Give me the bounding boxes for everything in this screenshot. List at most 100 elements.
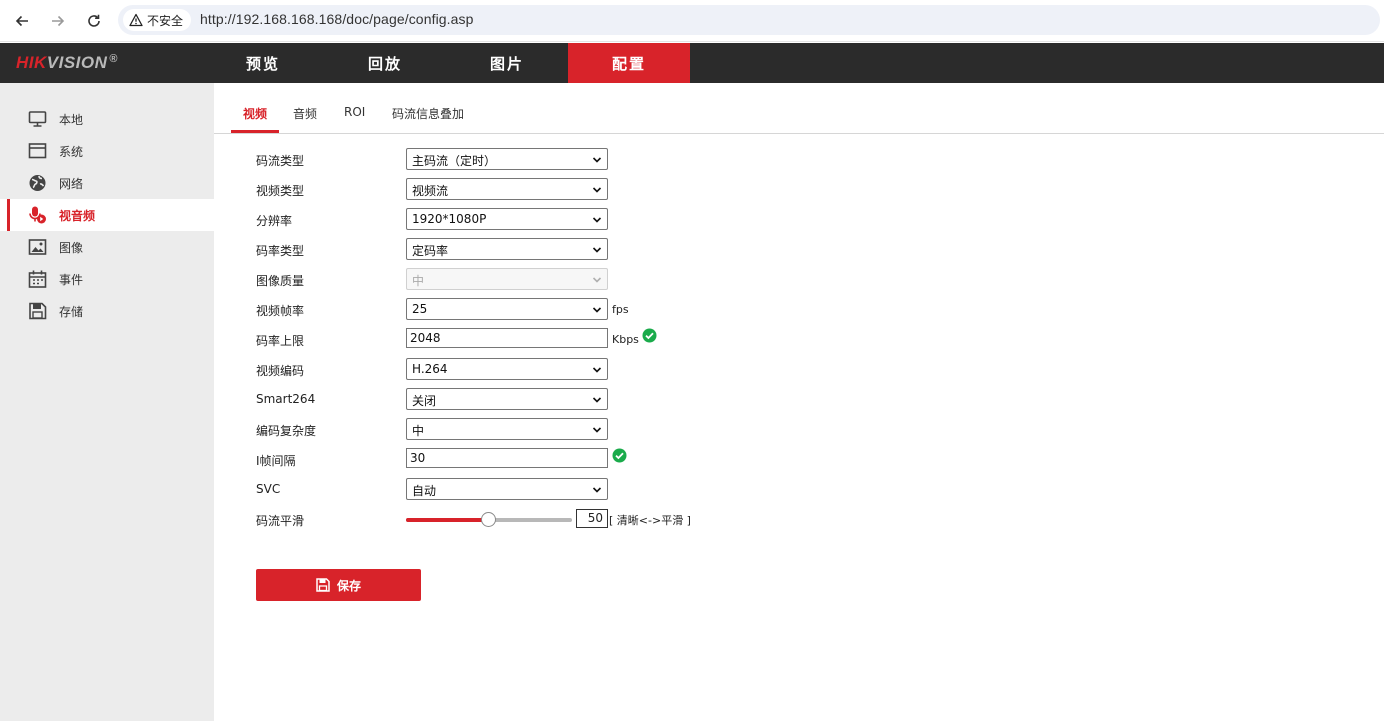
stream-type-value: 主码流（定时） [412, 154, 497, 168]
image-icon [28, 238, 47, 256]
sidebar-item-video-audio[interactable]: 视音频 [0, 199, 214, 231]
nav-preview[interactable]: 预览 [202, 43, 324, 83]
stream-smoothing-label: 码流平滑 [256, 514, 305, 528]
chevron-down-icon [592, 394, 602, 404]
sidebar: 本地 系统 网络 视音频 图像 事件 存储 [0, 83, 214, 721]
sidebar-item-label: 系统 [59, 145, 84, 159]
microphone-icon [28, 206, 47, 224]
chevron-down-icon [592, 424, 602, 434]
i-frame-interval-label: I帧间隔 [256, 454, 296, 468]
globe-icon [28, 174, 47, 192]
nav-picture[interactable]: 图片 [446, 43, 568, 83]
bitrate-type-select[interactable]: 定码率 [406, 238, 608, 260]
sidebar-item-network[interactable]: 网络 [0, 167, 214, 199]
system-window-icon [28, 142, 47, 160]
row-resolution: 分辨率 1920*1080P [256, 208, 956, 230]
svc-label: SVC [256, 482, 281, 496]
tab-stream-info-overlay[interactable]: 码流信息叠加 [392, 105, 464, 122]
svc-select[interactable]: 自动 [406, 478, 608, 500]
bitrate-type-value: 定码率 [412, 244, 449, 258]
encoding-complexity-label: 编码复杂度 [256, 424, 317, 438]
chevron-down-icon [592, 364, 602, 374]
browser-toolbar: 不安全 http://192.168.168.168/doc/page/conf… [0, 0, 1384, 42]
arrow-right-icon [52, 15, 65, 27]
i-frame-interval-input[interactable]: 30 [406, 448, 608, 468]
arrow-left-icon [15, 15, 28, 27]
calendar-icon [28, 270, 47, 288]
stream-smoothing-slider[interactable] [406, 512, 572, 527]
nav-configuration[interactable]: 配置 [568, 43, 690, 83]
stream-smoothing-hint: [ 清晰<->平滑 ] [609, 514, 691, 527]
sub-tabs: 视频 音频 ROI 码流信息叠加 [214, 83, 1384, 134]
app-header: HIKVISION ® 预览 回放 图片 配置 [0, 43, 1384, 83]
chevron-down-icon [592, 214, 602, 224]
video-type-value: 视频流 [412, 184, 449, 198]
image-quality-select: 中 [406, 268, 608, 290]
row-stream-smoothing: 码流平滑 50 [ 清晰<->平滑 ] [256, 508, 956, 530]
resolution-select[interactable]: 1920*1080P [406, 208, 608, 230]
chevron-down-icon [592, 244, 602, 254]
row-image-quality: 图像质量 中 [256, 268, 956, 290]
sidebar-item-label: 图像 [59, 241, 84, 255]
security-label: 不安全 [147, 13, 184, 28]
chevron-down-icon [592, 154, 602, 164]
tab-audio[interactable]: 音频 [293, 105, 317, 122]
row-i-frame-interval: I帧间隔 30 [256, 448, 956, 470]
security-chip[interactable]: 不安全 [123, 9, 192, 31]
max-bitrate-label: 码率上限 [256, 334, 305, 348]
sidebar-item-local[interactable]: 本地 [0, 103, 214, 135]
forward-button[interactable] [45, 8, 71, 34]
tab-video[interactable]: 视频 [243, 105, 267, 122]
frame-rate-value: 25 [412, 302, 428, 316]
resolution-value: 1920*1080P [412, 212, 487, 226]
save-button[interactable]: 保存 [256, 569, 421, 601]
max-bitrate-unit: Kbps [612, 333, 639, 346]
video-encoding-select[interactable]: H.264 [406, 358, 608, 380]
reload-button[interactable] [81, 8, 107, 34]
stream-smoothing-value[interactable]: 50 [576, 509, 608, 528]
logo-text-red: HIK [16, 53, 47, 72]
back-button[interactable] [9, 8, 35, 34]
row-stream-type: 码流类型 主码流（定时） [256, 148, 956, 170]
frame-rate-label: 视频帧率 [256, 304, 305, 318]
slider-fill [406, 518, 489, 522]
row-smart264: Smart264 关闭 [256, 388, 956, 410]
video-type-select[interactable]: 视频流 [406, 178, 608, 200]
smart264-select[interactable]: 关闭 [406, 388, 608, 410]
chevron-down-icon [592, 484, 602, 494]
frame-rate-select[interactable]: 25 [406, 298, 608, 320]
url-text: http://192.168.168.168/doc/page/config.a… [200, 11, 474, 27]
row-video-type: 视频类型 视频流 [256, 178, 956, 200]
row-max-bitrate: 码率上限 2048 Kbps [256, 328, 956, 350]
save-button-label: 保存 [336, 578, 361, 593]
row-frame-rate: 视频帧率 25 fps [256, 298, 956, 320]
chevron-down-icon [592, 184, 602, 194]
logo-text-gray: VISION [46, 53, 108, 72]
slider-thumb[interactable] [481, 512, 496, 527]
sidebar-item-image[interactable]: 图像 [0, 231, 214, 263]
check-circle-icon [642, 328, 657, 343]
video-encoding-label: 视频编码 [256, 364, 305, 378]
resolution-label: 分辨率 [256, 214, 293, 228]
stream-type-select[interactable]: 主码流（定时） [406, 148, 608, 170]
svc-value: 自动 [412, 484, 437, 498]
nav-playback[interactable]: 回放 [324, 43, 446, 83]
main-nav: 预览 回放 图片 配置 [202, 43, 690, 83]
sidebar-item-event[interactable]: 事件 [0, 263, 214, 295]
monitor-icon [28, 110, 47, 128]
video-encoding-value: H.264 [412, 362, 448, 376]
sidebar-item-system[interactable]: 系统 [0, 135, 214, 167]
tab-roi[interactable]: ROI [344, 105, 365, 119]
max-bitrate-input[interactable]: 2048 [406, 328, 608, 348]
encoding-complexity-select[interactable]: 中 [406, 418, 608, 440]
frame-rate-unit: fps [612, 303, 629, 316]
video-type-label: 视频类型 [256, 184, 305, 198]
sidebar-item-label: 网络 [59, 177, 84, 191]
chevron-down-icon [592, 274, 602, 284]
image-quality-label: 图像质量 [256, 274, 305, 288]
encoding-complexity-value: 中 [412, 424, 425, 438]
address-bar[interactable]: 不安全 http://192.168.168.168/doc/page/conf… [118, 5, 1380, 35]
sidebar-item-storage[interactable]: 存储 [0, 295, 214, 327]
bitrate-type-label: 码率类型 [256, 244, 305, 258]
row-encoding-complexity: 编码复杂度 中 [256, 418, 956, 440]
